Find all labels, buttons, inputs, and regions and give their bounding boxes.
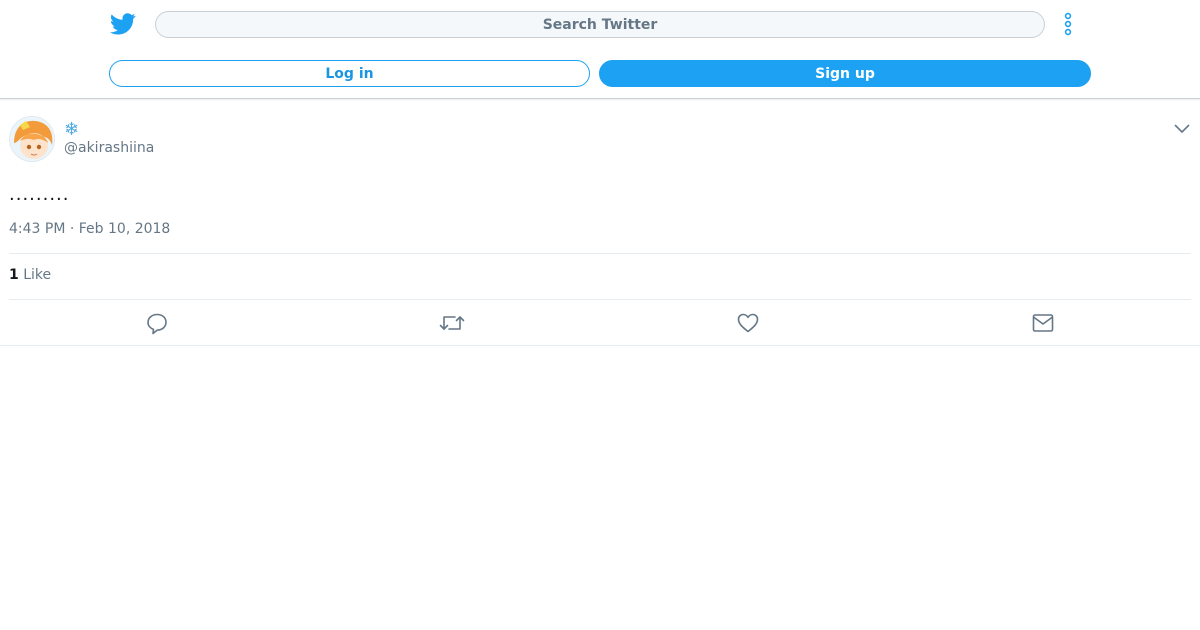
like-count-label: Like [23, 267, 52, 283]
twitter-bird-icon[interactable] [110, 11, 136, 37]
reply-icon[interactable] [144, 310, 170, 336]
mail-icon[interactable] [1030, 310, 1056, 336]
top-navigation-bar: Search Twitter Log in Sign up [0, 0, 1200, 99]
search-input[interactable]: Search Twitter [155, 11, 1045, 38]
chevron-down-icon[interactable] [1172, 120, 1192, 138]
tweet-actions [0, 300, 1200, 346]
signup-button[interactable]: Sign up [599, 60, 1091, 87]
signup-label: Sign up [815, 65, 875, 82]
divider [9, 253, 1191, 254]
like-count[interactable]: 1 Like [9, 267, 51, 283]
like-count-number: 1 [9, 267, 19, 283]
retweet-icon[interactable] [439, 310, 465, 336]
avatar[interactable] [9, 116, 55, 162]
search-placeholder: Search Twitter [542, 16, 658, 33]
vertical-dots-icon[interactable] [1057, 11, 1079, 37]
login-label: Log in [325, 65, 374, 82]
tweet-text: ......... [9, 184, 70, 205]
heart-icon[interactable] [735, 310, 761, 336]
user-handle[interactable]: @akirashiina [64, 140, 154, 156]
login-button[interactable]: Log in [109, 60, 590, 87]
tweet-timestamp[interactable]: 4:43 PM · Feb 10, 2018 [9, 221, 170, 237]
display-name[interactable]: ❄ [64, 119, 79, 140]
